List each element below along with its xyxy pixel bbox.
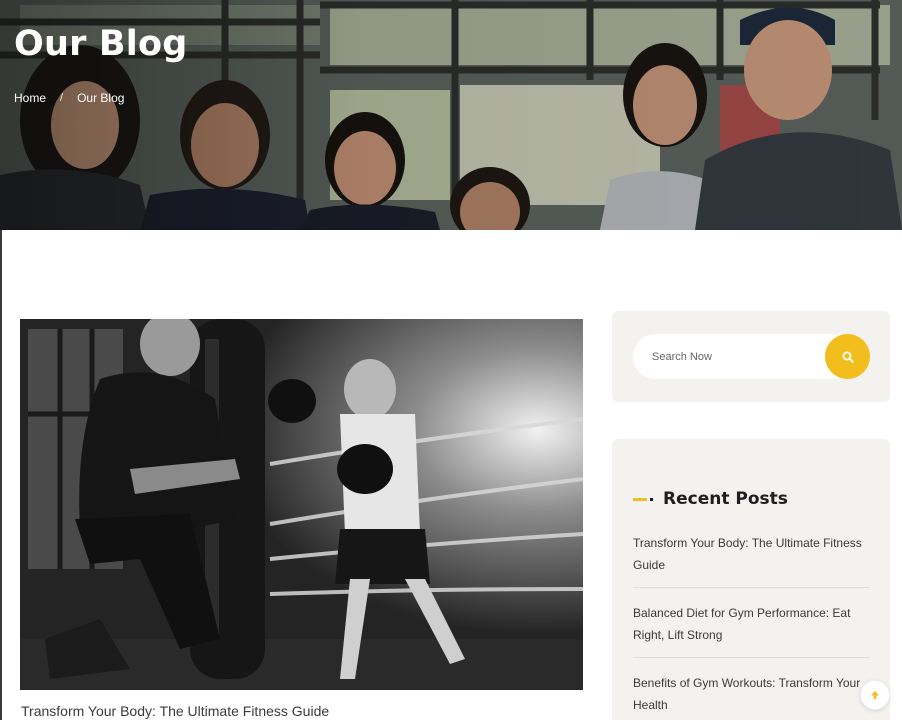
boxing-training-photo: [20, 319, 583, 690]
recent-posts-widget: Recent Posts Transform Your Body: The Ul…: [612, 439, 890, 720]
recent-posts-title: Recent Posts: [663, 489, 788, 509]
post-image[interactable]: [20, 319, 583, 690]
post-title-link[interactable]: Transform Your Body: The Ultimate Fitnes…: [21, 703, 329, 719]
recent-posts-heading: Recent Posts: [633, 489, 788, 509]
breadcrumb-home-link[interactable]: Home: [14, 91, 46, 105]
scroll-to-top-button[interactable]: [860, 680, 890, 710]
search-widget: [612, 311, 890, 402]
hero-banner: Our Blog Home / Our Blog: [0, 0, 902, 230]
breadcrumb-current: Our Blog: [77, 91, 125, 105]
recent-posts-list: Transform Your Body: The Ultimate Fitnes…: [633, 530, 869, 720]
heading-accent-icon: [633, 497, 653, 501]
page-title: Our Blog: [14, 24, 188, 64]
breadcrumb-separator: /: [60, 92, 64, 104]
breadcrumb: Home / Our Blog: [14, 91, 124, 105]
recent-post-item[interactable]: Balanced Diet for Gym Performance: Eat R…: [633, 600, 869, 658]
recent-post-item[interactable]: Benefits of Gym Workouts: Transform Your…: [633, 670, 869, 720]
left-border: [0, 230, 2, 720]
recent-post-item[interactable]: Transform Your Body: The Ultimate Fitnes…: [633, 530, 869, 588]
search-icon: [842, 351, 854, 363]
arrow-up-icon: [871, 691, 879, 699]
search-button[interactable]: [825, 334, 870, 379]
